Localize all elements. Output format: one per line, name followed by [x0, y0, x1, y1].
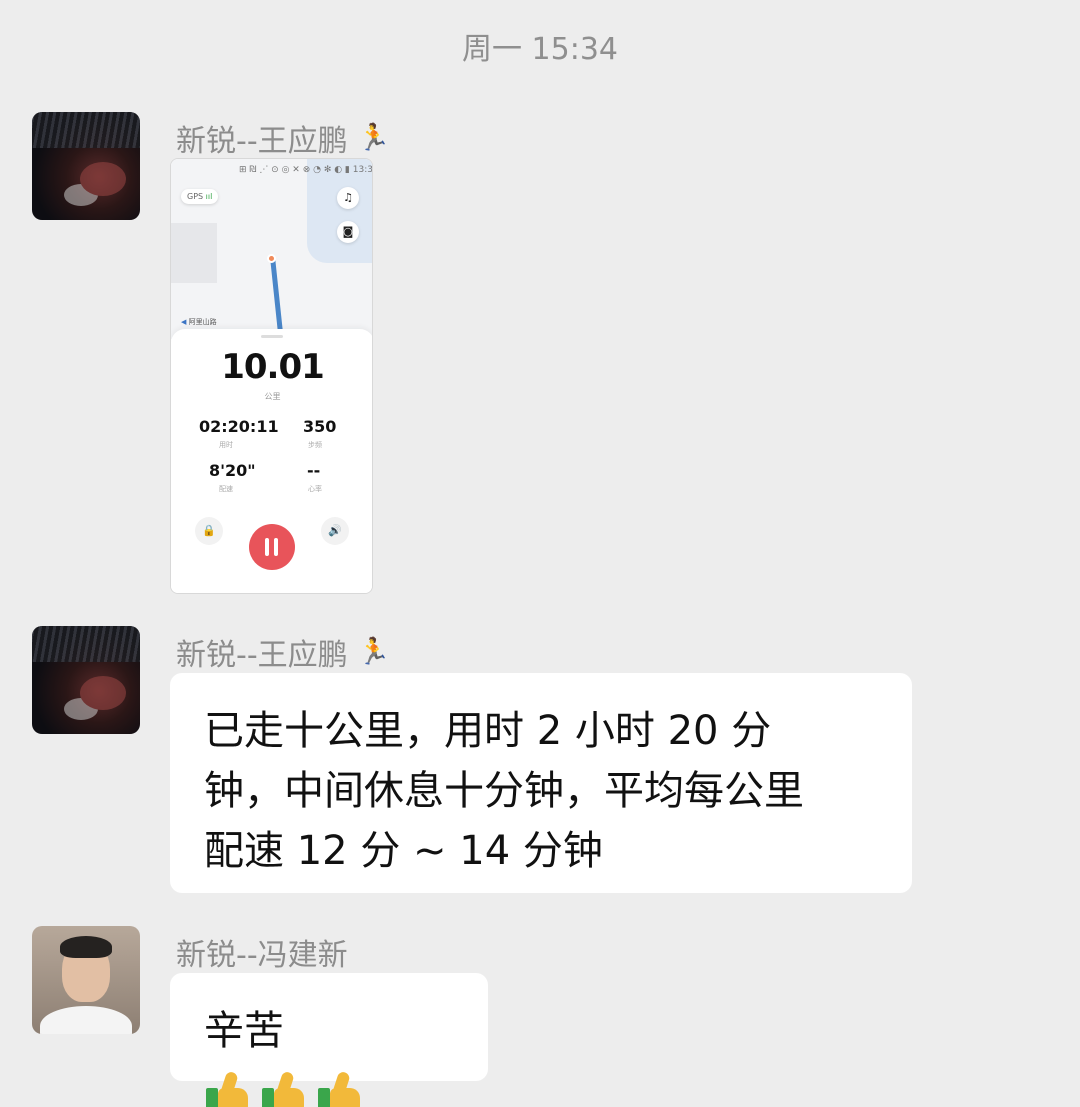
thumbs-up-icon: [316, 1068, 366, 1107]
sender-name-text: 新锐--王应鹏: [176, 124, 348, 159]
steps-value: 350: [303, 417, 337, 436]
chat-timestamp: 周一 15:34: [462, 32, 618, 67]
message-line: 已走十公里，用时 2 小时 20 分: [204, 708, 772, 754]
running-emoji-icon: 🏃: [357, 123, 391, 153]
pace-value: 8'20": [209, 461, 256, 480]
running-emoji-icon: 🏃: [357, 637, 391, 667]
distance-unit: 公里: [264, 392, 281, 401]
message-line: 配速 12 分 ~ 14 分钟: [204, 828, 603, 874]
pause-icon: [265, 538, 279, 556]
start-point-icon: [267, 254, 276, 263]
avatar[interactable]: [32, 626, 140, 734]
route-map: ⊞ ₪ ⋰ ⊙ ◎ ✕ ⊗ ◔ ✻ ◐ ▮ 13:33 GPS ııl ♫ ◙ …: [171, 159, 373, 339]
pace-label: 配速: [219, 485, 233, 493]
message-text: 辛苦: [204, 1008, 284, 1054]
sender-name-text: 新锐--王应鹏: [176, 638, 348, 673]
duration-label: 用时: [219, 441, 233, 449]
gps-label: GPS: [187, 192, 204, 201]
thumbs-up-emojis: [204, 1068, 366, 1107]
location-label: ◀ 阿里山路: [181, 317, 217, 327]
steps-label: 步频: [308, 441, 322, 449]
map-block: [171, 223, 217, 283]
distance-value: 10.01: [221, 347, 325, 387]
heart-rate-value: --: [307, 461, 321, 480]
thumbs-up-icon: [260, 1068, 310, 1107]
sender-name: 新锐--王应鹏 🏃: [176, 630, 390, 674]
status-bar: ⊞ ₪ ⋰ ⊙ ◎ ✕ ⊗ ◔ ✻ ◐ ▮ 13:33: [239, 165, 373, 175]
route-line: [270, 256, 284, 335]
pause-button: [249, 524, 295, 570]
sound-icon: 🔊: [321, 517, 349, 545]
sender-name: 新锐--王应鹏 🏃: [176, 116, 390, 160]
sender-name-text: 新锐--冯建新: [176, 938, 348, 973]
avatar[interactable]: [32, 926, 140, 1034]
duration-value: 02:20:11: [199, 417, 279, 436]
sender-name: 新锐--冯建新: [176, 930, 348, 974]
location-text: 阿里山路: [188, 318, 217, 326]
music-icon: ♫: [337, 187, 359, 209]
gps-indicator: GPS ııl: [181, 189, 219, 204]
heart-rate-label: 心率: [308, 485, 322, 493]
message-bubble[interactable]: 辛苦: [170, 973, 488, 1107]
camera-icon: ◙: [337, 221, 359, 243]
message-line: 钟，中间休息十分钟，平均每公里: [204, 768, 804, 814]
lock-icon: 🔒: [195, 517, 223, 545]
running-app-screenshot[interactable]: ⊞ ₪ ⋰ ⊙ ◎ ✕ ⊗ ◔ ✻ ◐ ▮ 13:33 GPS ııl ♫ ◙ …: [170, 158, 373, 594]
navigation-icon: ◀: [181, 318, 187, 326]
message-bubble[interactable]: 已走十公里，用时 2 小时 20 分 钟，中间休息十分钟，平均每公里 配速 12…: [170, 673, 912, 893]
thumbs-up-icon: [204, 1068, 254, 1107]
drag-handle: [261, 335, 283, 338]
avatar[interactable]: [32, 112, 140, 220]
gps-signal-icon: ııl: [205, 192, 213, 201]
